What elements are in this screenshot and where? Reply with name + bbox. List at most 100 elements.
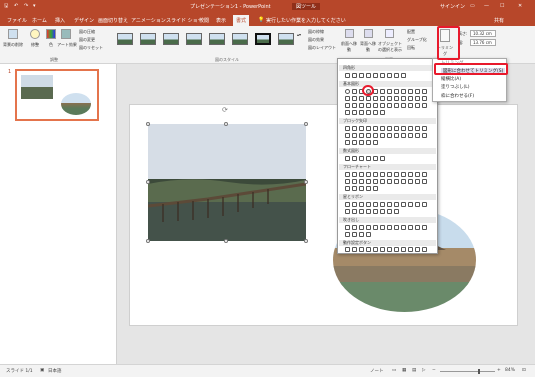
language-indicator[interactable]: 日本語 <box>48 368 62 374</box>
group-button[interactable]: グループ化 <box>407 37 427 43</box>
flowchart-row-2[interactable] <box>345 179 433 184</box>
save-icon[interactable]: 🖫 <box>4 3 8 11</box>
picture-style-4[interactable] <box>186 33 202 45</box>
bridge-picture[interactable] <box>148 124 306 241</box>
zoom-level[interactable]: 84% <box>505 368 515 373</box>
styles-scroll-icon[interactable]: ▴▾ <box>297 32 301 37</box>
tab-file[interactable]: ファイル <box>7 17 27 24</box>
rotate-handle-icon[interactable]: ⟳ <box>222 106 228 114</box>
bring-forward-icon[interactable] <box>345 29 354 38</box>
picture-layout-button[interactable]: 図のレイアウト <box>308 45 336 51</box>
resize-handle-e[interactable] <box>304 180 308 184</box>
tell-me-input[interactable]: 実行したい作業を入力してください <box>266 17 346 24</box>
slideshow-view-icon[interactable]: ▷ <box>422 368 425 373</box>
picture-style-1[interactable] <box>117 33 133 45</box>
tab-review[interactable]: 校閲 <box>199 17 209 24</box>
menu-aspect-ratio[interactable]: 縦横比(A) <box>441 76 461 82</box>
basic-shapes-row-1[interactable] <box>345 89 433 94</box>
block-arrows-row-3[interactable] <box>345 140 433 145</box>
resize-handle-ne[interactable] <box>304 122 308 126</box>
zoom-out-icon[interactable]: − <box>432 368 436 373</box>
bring-forward-button[interactable]: 前面へ移動 <box>340 41 358 53</box>
stars-row-2[interactable] <box>345 209 433 214</box>
selection-pane-button[interactable]: オブジェクトの選択と表示 <box>378 41 402 53</box>
sorter-view-icon[interactable]: ▦ <box>402 368 406 373</box>
resize-handle-w[interactable] <box>146 180 150 184</box>
tab-format[interactable]: 書式 <box>233 15 250 26</box>
resize-handle-s[interactable] <box>224 239 228 243</box>
selection-pane-icon[interactable] <box>385 29 394 38</box>
picture-style-2[interactable] <box>140 33 156 45</box>
zoom-in-icon[interactable]: + <box>497 368 501 373</box>
redo-icon[interactable]: ↷ <box>24 3 28 9</box>
corrections-icon[interactable] <box>30 29 40 39</box>
picture-border-button[interactable]: 図の枠線 <box>308 29 324 35</box>
notes-button[interactable]: ノート <box>370 368 384 374</box>
tab-view[interactable]: 表示 <box>216 17 226 24</box>
share-button[interactable]: 共有 <box>494 17 504 24</box>
menu-fit[interactable]: 枠に合わせる(F) <box>441 93 474 99</box>
callouts-row-2[interactable] <box>345 232 433 237</box>
compress-button[interactable]: 図の圧縮 <box>79 29 95 35</box>
basic-shapes-row-2[interactable] <box>345 96 433 101</box>
reset-picture-button[interactable]: 図のリセット <box>79 45 103 51</box>
fit-slide-icon[interactable]: ⊡ <box>522 368 526 373</box>
signin-link[interactable]: サインイン <box>440 3 465 10</box>
menu-fill[interactable]: 塗りつぶし(L) <box>441 84 470 90</box>
ribbon-display-icon[interactable]: ▭ <box>470 3 475 9</box>
tab-home[interactable]: ホーム <box>32 17 47 24</box>
picture-style-3[interactable] <box>163 33 179 45</box>
callouts-row-1[interactable] <box>345 225 433 230</box>
tab-design[interactable]: デザイン <box>74 17 94 24</box>
spellcheck-icon[interactable]: ▣ <box>40 368 44 373</box>
send-backward-icon[interactable] <box>364 29 373 38</box>
flowchart-row-3[interactable] <box>345 186 433 191</box>
normal-view-icon[interactable]: ▭ <box>392 368 396 373</box>
basic-shapes-row-3[interactable] <box>345 103 433 108</box>
zoom-slider[interactable] <box>440 371 495 372</box>
rectangle-shapes-row[interactable] <box>345 73 433 78</box>
art-effects-button[interactable]: アート効果 <box>57 42 77 48</box>
change-picture-button[interactable]: 図の変更 <box>79 37 95 43</box>
undo-icon[interactable]: ↶ <box>14 3 18 9</box>
zoom-slider-thumb[interactable] <box>478 369 480 374</box>
picture-style-6[interactable] <box>232 33 248 45</box>
corrections-button[interactable]: 修整 <box>28 42 42 48</box>
resize-handle-n[interactable] <box>224 122 228 126</box>
block-arrows-row-1[interactable] <box>345 126 433 131</box>
picture-style-8[interactable] <box>278 33 294 45</box>
art-effects-icon[interactable] <box>61 29 71 39</box>
reading-view-icon[interactable]: ▤ <box>412 368 416 373</box>
stars-row-1[interactable] <box>345 202 433 207</box>
equation-shapes-row[interactable] <box>345 156 433 161</box>
resize-handle-se[interactable] <box>304 239 308 243</box>
color-button[interactable]: 色 <box>46 42 56 48</box>
block-arrows-row-2[interactable] <box>345 133 433 138</box>
close-icon[interactable]: ✕ <box>518 3 522 9</box>
minimize-icon[interactable]: — <box>484 3 489 9</box>
qat-customize-icon[interactable]: ▾ <box>33 3 36 9</box>
align-button[interactable]: 配置 <box>407 29 415 35</box>
resize-handle-sw[interactable] <box>146 239 150 243</box>
tab-insert[interactable]: 挿入 <box>55 17 65 24</box>
color-icon[interactable] <box>46 29 56 39</box>
picture-style-5[interactable] <box>209 33 225 45</box>
rotate-button[interactable]: 回転 <box>407 45 415 51</box>
tab-animations[interactable]: アニメーション <box>131 17 166 24</box>
group-adjust-label: 調整 <box>50 57 58 62</box>
width-input[interactable]: 13.76 cm <box>470 39 496 46</box>
basic-shapes-row-4[interactable] <box>345 110 433 115</box>
resize-handle-nw[interactable] <box>146 122 150 126</box>
picture-effects-button[interactable]: 図の効果 <box>308 37 324 43</box>
flowchart-row-1[interactable] <box>345 172 433 177</box>
picture-style-7[interactable] <box>255 33 271 45</box>
maximize-icon[interactable]: ☐ <box>500 3 504 9</box>
action-buttons-row[interactable] <box>345 247 433 252</box>
remove-background-button[interactable]: 背景の削除 <box>3 42 23 48</box>
remove-background-icon[interactable] <box>8 29 18 39</box>
tab-slideshow[interactable]: スライド ショー <box>166 17 203 24</box>
slide-thumbnail[interactable] <box>15 69 99 121</box>
tab-transitions[interactable]: 画面切り替え <box>98 17 128 24</box>
height-input[interactable]: 10.32 cm <box>470 30 496 37</box>
send-backward-button[interactable]: 背面へ移動 <box>359 41 377 53</box>
